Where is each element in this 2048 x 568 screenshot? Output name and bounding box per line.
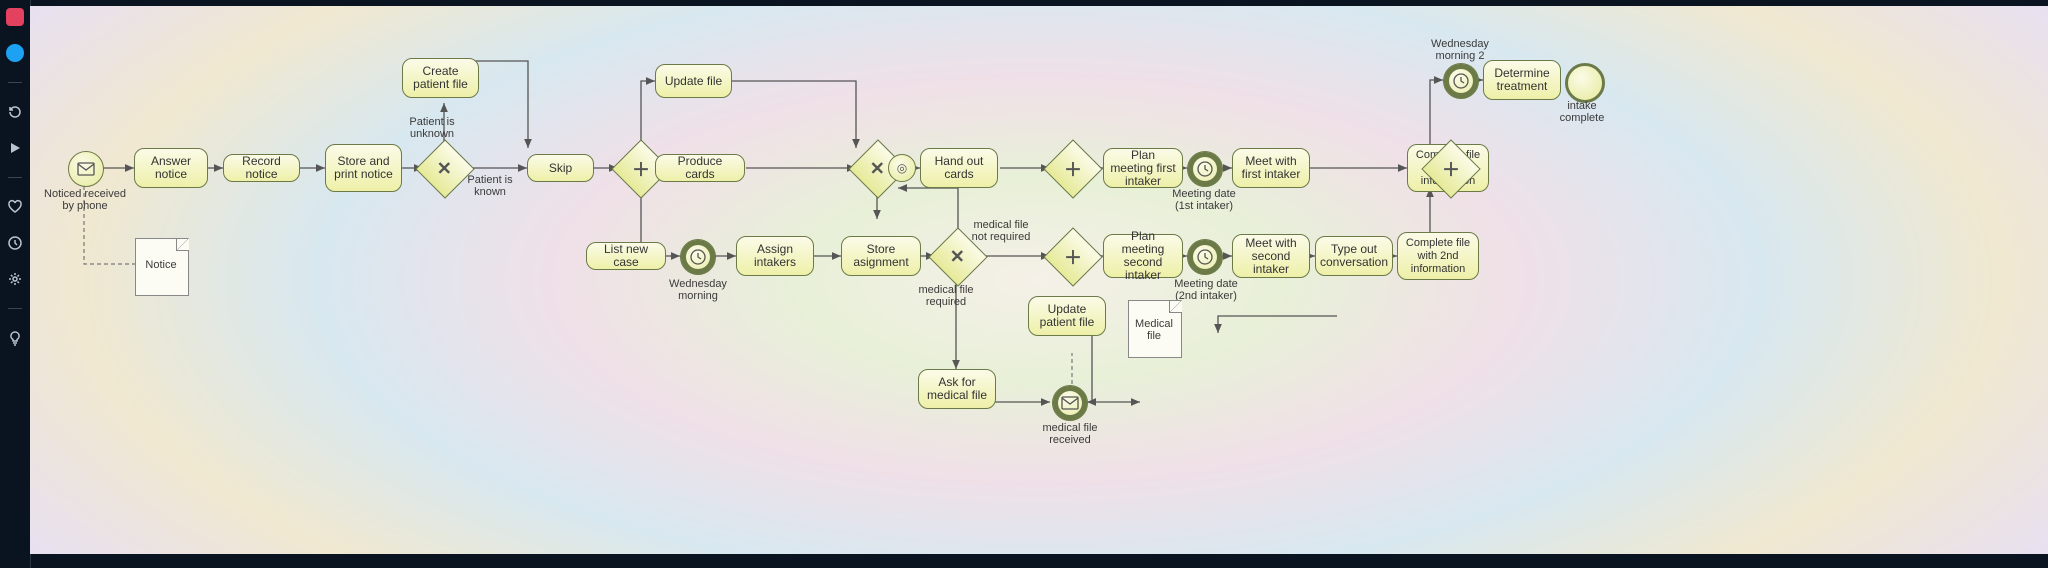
gw-label-unknown: Patient is unknown <box>402 116 462 140</box>
end-event[interactable] <box>1565 63 1605 103</box>
task-produce-cards[interactable]: Produce cards <box>655 154 745 182</box>
gw-med-req: medical file required <box>918 284 974 308</box>
task-meet-first[interactable]: Meet with first intaker <box>1232 148 1310 188</box>
gear-icon[interactable] <box>6 270 24 288</box>
gw-med-not-req: medical file not required <box>970 219 1032 243</box>
timer-2nd-label: Meeting date (2nd intaker) <box>1164 278 1248 302</box>
timer-wed-label: Wednesday morning <box>660 278 736 302</box>
gw-label-known: Patient is known <box>460 174 520 198</box>
twitter-icon[interactable] <box>6 44 24 62</box>
task-update-file[interactable]: Update file <box>655 64 732 98</box>
data-notice-label: Notice <box>140 259 182 271</box>
timer-wednesday-2[interactable] <box>1443 63 1479 99</box>
task-record-notice[interactable]: Record notice <box>223 154 300 182</box>
task-list-new-case[interactable]: List new case <box>586 242 666 270</box>
task-type-out[interactable]: Type out conversation <box>1315 236 1393 276</box>
task-update-patient-file[interactable]: Update patient file <box>1028 296 1106 336</box>
timer-meeting-1st[interactable] <box>1187 151 1223 187</box>
task-plan-second[interactable]: Plan meeting second intaker <box>1103 234 1183 278</box>
end-event-label: intake complete <box>1550 100 1614 124</box>
bpmn-canvas[interactable]: Noticed received by phone Answer notice … <box>30 6 2048 554</box>
task-create-patient-file[interactable]: Create patient file <box>402 58 479 98</box>
bulb-icon[interactable] <box>6 329 24 347</box>
boundary-event[interactable]: ◎ <box>888 154 916 182</box>
task-store-assignment[interactable]: Store asignment <box>841 236 921 276</box>
message-medical-received[interactable] <box>1052 385 1088 421</box>
task-skip[interactable]: Skip <box>527 154 594 182</box>
play-icon[interactable] <box>6 139 24 157</box>
start-event-label: Noticed received by phone <box>40 188 130 212</box>
task-plan-first[interactable]: Plan meeting first intaker <box>1103 148 1183 188</box>
task-determine-treatment[interactable]: Determine treatment <box>1483 60 1561 100</box>
clock-icon[interactable] <box>6 234 24 252</box>
task-complete-2nd[interactable]: Complete file with 2nd information <box>1397 232 1479 280</box>
data-medical-label: Medical file <box>1128 318 1180 342</box>
task-assign-intakers[interactable]: Assign intakers <box>736 236 814 276</box>
timer-meeting-2nd[interactable] <box>1187 239 1223 275</box>
heart-icon[interactable] <box>6 198 24 216</box>
task-hand-out-cards[interactable]: Hand out cards <box>920 148 998 188</box>
flow-connectors <box>30 6 2048 554</box>
instagram-icon[interactable] <box>6 8 24 26</box>
restore-icon[interactable] <box>6 103 24 121</box>
timer-1st-label: Meeting date (1st intaker) <box>1164 188 1244 212</box>
msg-med-label: medical file received <box>1032 422 1108 446</box>
start-event[interactable] <box>68 151 104 187</box>
task-store-print[interactable]: Store and print notice <box>325 144 402 192</box>
app-sidebar <box>0 0 31 568</box>
timer-wednesday-morning[interactable] <box>680 239 716 275</box>
timer-wed2-label: Wednesday morning 2 <box>1418 38 1502 62</box>
task-meet-second[interactable]: Meet with second intaker <box>1232 234 1310 278</box>
task-ask-medical[interactable]: Ask for medical file <box>918 369 996 409</box>
task-answer-notice[interactable]: Answer notice <box>134 148 208 188</box>
